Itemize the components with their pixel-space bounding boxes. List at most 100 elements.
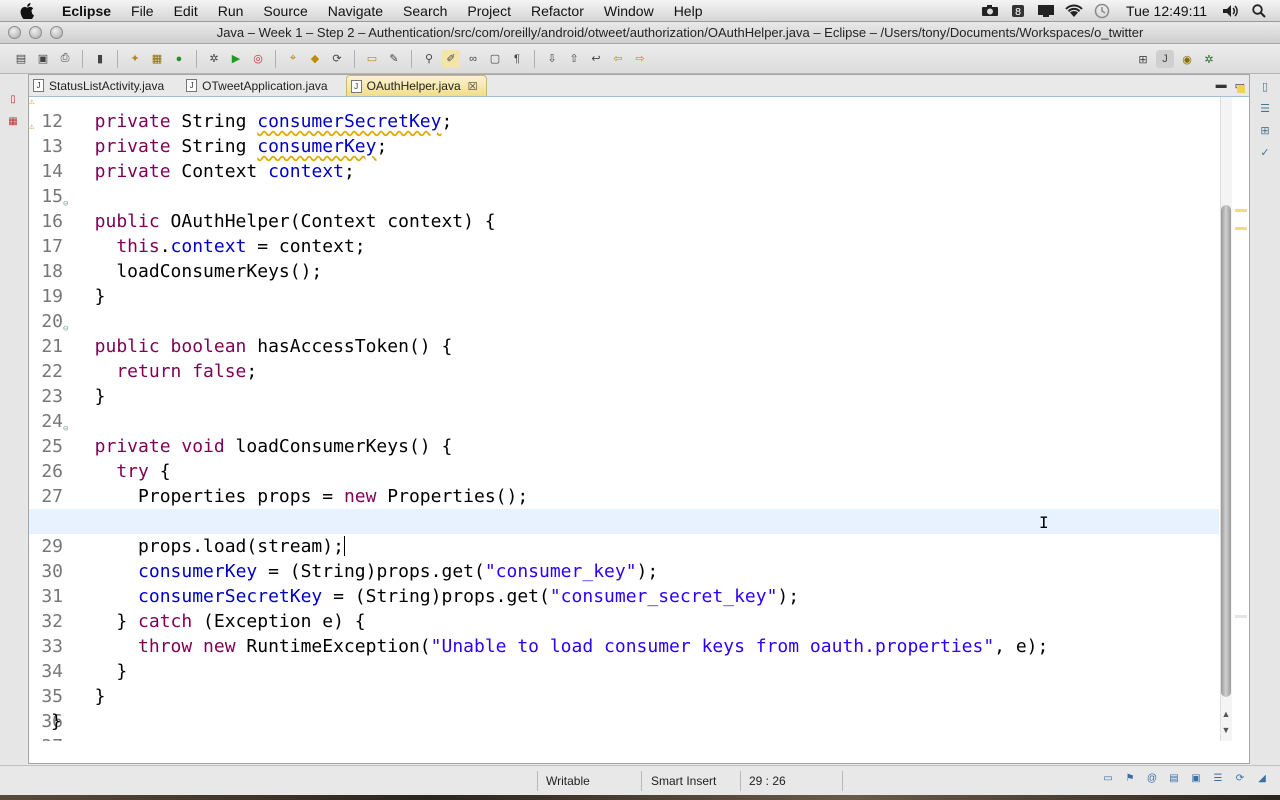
code-line[interactable]: 14 private Context context; [29, 134, 1221, 182]
menu-source[interactable]: Source [253, 0, 317, 22]
restore-icon[interactable]: ▭ [1100, 773, 1116, 787]
declaration-view-icon[interactable]: ▤ [1166, 773, 1182, 787]
print-icon[interactable]: ⎙ [56, 50, 74, 68]
next-annotation-icon[interactable]: ⇩ [543, 50, 561, 68]
overview-marker[interactable] [1235, 209, 1247, 212]
hierarchy-view-icon[interactable]: ⊞ [1257, 124, 1273, 140]
tasks-view-icon[interactable]: ✓ [1257, 146, 1273, 162]
code-line[interactable]: 26 try { [29, 434, 1221, 482]
zoom-window-button[interactable] [50, 26, 63, 39]
restore-view-icon[interactable]: ▯ [6, 94, 20, 108]
scroll-up-arrow-icon[interactable]: ▲ [1220, 709, 1232, 719]
code-line[interactable]: 27 Properties props = new Properties(); [29, 459, 1221, 507]
outline-view-icon[interactable]: ☰ [1257, 102, 1273, 118]
debug-perspective-icon[interactable]: ✲ [1200, 50, 1218, 68]
phone-device-icon[interactable]: ▮ [91, 50, 109, 68]
run-icon[interactable]: ▶ [227, 50, 245, 68]
tab-oauth-helper[interactable]: J OAuthHelper.java ☒ [345, 75, 487, 96]
menu-project[interactable]: Project [457, 0, 521, 22]
scrollbar-thumb[interactable] [1221, 205, 1231, 697]
code-line[interactable]: 24 [29, 384, 1221, 432]
vertical-scrollbar[interactable]: ▲ ▼ [1219, 85, 1249, 741]
save-icon[interactable]: ▣ [34, 50, 52, 68]
code-line[interactable]: 28 InputStream stream = context.getResou… [29, 484, 1221, 532]
scroll-down-arrow-icon[interactable]: ▼ [1220, 725, 1232, 735]
show-whitespace-icon[interactable]: ¶ [508, 50, 526, 68]
link-icon[interactable]: ∞ [464, 50, 482, 68]
code-line[interactable]: 31 consumerSecretKey = (String)props.get… [29, 559, 1221, 607]
minimize-editor-icon[interactable]: ▬ [1216, 79, 1227, 92]
code-line[interactable]: 21 ⊖ public boolean hasAccessToken() { [29, 309, 1221, 357]
new-icon[interactable]: ▤ [12, 50, 30, 68]
new-folder-icon[interactable]: ◆ [306, 50, 324, 68]
minimize-window-button[interactable] [29, 26, 42, 39]
code-line[interactable]: 19 } [29, 259, 1221, 307]
search-icon[interactable]: ⚲ [420, 50, 438, 68]
previous-annotation-icon[interactable]: ⇧ [565, 50, 583, 68]
overview-marker[interactable] [1235, 615, 1247, 618]
code-line[interactable]: 15 [29, 159, 1221, 207]
menu-refactor[interactable]: Refactor [521, 0, 594, 22]
spotlight-icon[interactable] [1248, 3, 1270, 19]
close-window-button[interactable] [8, 26, 21, 39]
package-explorer-icon[interactable]: ▦ [6, 116, 20, 130]
open-folder-icon[interactable]: ▭ [363, 50, 381, 68]
code-line[interactable]: 37 [29, 709, 1221, 741]
eight-badge-icon[interactable]: 8 [1007, 3, 1029, 19]
apple-menu-icon[interactable] [20, 2, 40, 19]
code-line[interactable]: ⚠ 13 private String consumerKey; [29, 109, 1221, 157]
menu-help[interactable]: Help [664, 0, 713, 22]
menu-run[interactable]: Run [208, 0, 254, 22]
code-line[interactable]: 23 } [29, 359, 1221, 407]
code-line[interactable]: 17 this.context = context; [29, 209, 1221, 257]
code-line[interactable]: 35 } [29, 659, 1221, 707]
code-line[interactable]: 22 return false; [29, 334, 1221, 382]
warning-marker[interactable] [1237, 85, 1245, 93]
code-line[interactable]: 34 } [29, 634, 1221, 682]
wifi-icon[interactable] [1063, 3, 1085, 19]
logcat-view-icon[interactable]: ☰ [1210, 773, 1226, 787]
restore-view-icon[interactable]: ▯ [1257, 80, 1273, 96]
menu-app-name[interactable]: Eclipse [52, 0, 121, 22]
tab-status-list-activity[interactable]: J StatusListActivity.java [29, 75, 172, 96]
code-line[interactable]: 25 ⊖ private void loadConsumerKeys() { [29, 409, 1221, 457]
new-package-icon[interactable]: ▦ [148, 50, 166, 68]
open-type-icon[interactable]: ⌖ [284, 50, 302, 68]
last-edit-icon[interactable]: ↩ [587, 50, 605, 68]
menu-file[interactable]: File [121, 0, 164, 22]
code-line[interactable]: ⚠ 12 private String consumerSecretKey; [29, 97, 1221, 132]
close-tab-icon[interactable]: ☒ [468, 80, 478, 93]
javadoc-view-icon[interactable]: @ [1144, 773, 1160, 787]
code-line[interactable]: 30 consumerKey = (String)props.get("cons… [29, 534, 1221, 582]
code-line[interactable]: 32 } catch (Exception e) { [29, 584, 1221, 632]
menu-edit[interactable]: Edit [164, 0, 208, 22]
block-select-icon[interactable]: ▢ [486, 50, 504, 68]
code-line[interactable]: 20 [29, 284, 1221, 332]
problems-view-icon[interactable]: ⚑ [1122, 773, 1138, 787]
new-class-icon[interactable]: ● [170, 50, 188, 68]
volume-icon[interactable] [1220, 3, 1242, 19]
java-perspective-icon[interactable]: J [1156, 50, 1174, 68]
console-view-icon[interactable]: ▣ [1188, 773, 1204, 787]
resize-grip-icon[interactable]: ◢ [1254, 773, 1270, 787]
code-line[interactable]: 36} [29, 684, 1221, 732]
code-line[interactable]: 16 ⊖ public OAuthHelper(Context context) … [29, 184, 1221, 232]
new-java-project-icon[interactable]: ✦ [126, 50, 144, 68]
menubar-clock[interactable]: Tue 12:49:11 [1116, 3, 1217, 19]
menu-search[interactable]: Search [393, 0, 457, 22]
display-icon[interactable] [1035, 3, 1057, 19]
external-tools-icon[interactable]: ◎ [249, 50, 267, 68]
forward-icon[interactable]: ⇨ [631, 50, 649, 68]
back-icon[interactable]: ⇦ [609, 50, 627, 68]
warning-icon[interactable]: ⚠ [29, 115, 39, 132]
overview-marker[interactable] [1235, 227, 1247, 230]
debug-icon[interactable]: ✲ [205, 50, 223, 68]
code-area[interactable]: ⚠ 12 private String consumerSecretKey; ⚠ 1… [29, 97, 1221, 741]
menu-navigate[interactable]: Navigate [318, 0, 393, 22]
tab-otweet-application[interactable]: J OTweetApplication.java [182, 75, 335, 96]
warning-icon[interactable]: ⚠ [29, 97, 39, 107]
camera-icon[interactable] [979, 3, 1001, 19]
ddms-perspective-icon[interactable]: ◉ [1178, 50, 1196, 68]
time-machine-icon[interactable] [1091, 3, 1113, 19]
code-line[interactable]: 18 loadConsumerKeys(); [29, 234, 1221, 282]
